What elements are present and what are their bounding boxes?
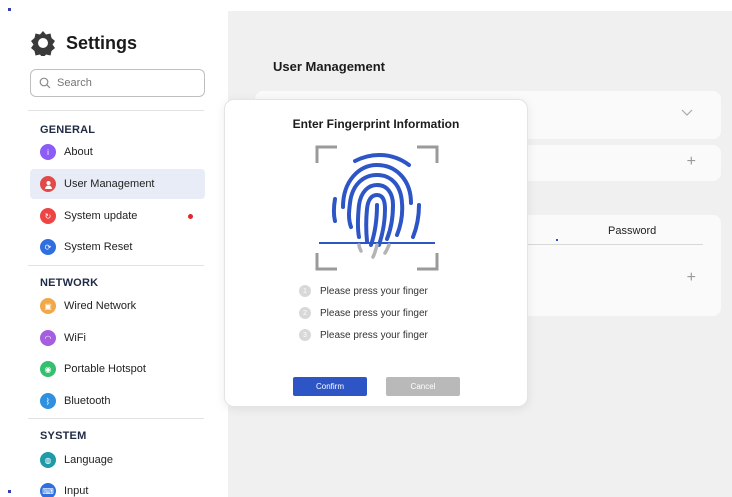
sidebar-item-wired-network[interactable]: ▣ Wired Network xyxy=(30,291,205,321)
sidebar-item-portable-hotspot[interactable]: ◉ Portable Hotspot xyxy=(30,354,205,384)
fingerprint-dialog: Enter Fingerprint Information 1 Please p… xyxy=(224,99,528,407)
fingerprint-icon xyxy=(315,145,439,271)
sidebar-item-language[interactable]: ◍ Language xyxy=(30,445,205,475)
section-title-system: SYSTEM xyxy=(40,430,87,442)
step-number: 3 xyxy=(299,329,311,341)
update-icon: ↻ xyxy=(40,208,56,224)
dialog-title: Enter Fingerprint Information xyxy=(292,117,460,131)
page-title: Settings xyxy=(66,32,138,53)
user-icon xyxy=(40,176,56,192)
sidebar-header: Settings xyxy=(30,30,137,56)
divider xyxy=(28,418,204,419)
step-1: 1 Please press your finger xyxy=(299,285,428,297)
step-number: 2 xyxy=(299,307,311,319)
plus-icon[interactable]: + xyxy=(687,153,696,171)
section-title-network: NETWORK xyxy=(40,277,99,289)
sidebar-item-bluetooth[interactable]: ᛒ Bluetooth xyxy=(30,386,205,416)
sidebar-item-label: Language xyxy=(64,454,113,466)
search-box[interactable] xyxy=(30,69,205,97)
sidebar-item-label: Input xyxy=(64,485,89,497)
sidebar-item-label: WiFi xyxy=(64,332,86,344)
section-title-general: GENERAL xyxy=(40,124,96,136)
sidebar-item-label: User Management xyxy=(64,178,155,190)
step-text: Please press your finger xyxy=(320,285,428,297)
section-heading: User Management xyxy=(273,59,385,74)
step-2: 2 Please press your finger xyxy=(299,307,428,319)
keyboard-icon: ⌨ xyxy=(40,483,56,497)
step-number: 1 xyxy=(299,285,311,297)
corner-marker-bottom xyxy=(8,490,11,493)
sidebar-item-system-update[interactable]: ↻ System update xyxy=(30,201,205,231)
update-badge xyxy=(188,214,193,219)
gear-icon xyxy=(31,31,55,56)
tab-password[interactable]: Password xyxy=(608,225,656,237)
divider xyxy=(28,265,204,266)
chevron-down-icon[interactable] xyxy=(681,109,693,117)
sidebar-item-label: About xyxy=(64,146,93,158)
search-input[interactable] xyxy=(57,77,197,89)
hotspot-icon: ◉ xyxy=(40,361,56,377)
search-icon xyxy=(39,77,51,89)
divider xyxy=(28,110,204,111)
step-text: Please press your finger xyxy=(320,329,428,341)
sidebar-item-user-management[interactable]: User Management xyxy=(30,169,205,199)
sidebar-item-label: Wired Network xyxy=(64,300,137,312)
sidebar-item-label: Portable Hotspot xyxy=(64,363,146,375)
sidebar-item-input[interactable]: ⌨ Input xyxy=(30,476,205,497)
sidebar-item-system-reset[interactable]: ⟳ System Reset xyxy=(30,232,205,262)
confirm-button[interactable]: Confirm xyxy=(293,377,367,396)
bluetooth-icon: ᛒ xyxy=(40,393,56,409)
info-icon: i xyxy=(40,144,56,160)
corner-marker xyxy=(8,8,11,11)
sidebar-item-label: System update xyxy=(64,210,138,222)
reset-icon: ⟳ xyxy=(40,239,56,255)
step-3: 3 Please press your finger xyxy=(299,329,428,341)
divider xyxy=(527,244,703,245)
sidebar-item-label: System Reset xyxy=(64,241,133,253)
wifi-icon: ◠ xyxy=(40,330,56,346)
cancel-button[interactable]: Cancel xyxy=(386,377,460,396)
step-text: Please press your finger xyxy=(320,307,428,319)
settings-sidebar: Settings GENERAL i About User Management… xyxy=(14,14,228,497)
ethernet-icon: ▣ xyxy=(40,298,56,314)
sidebar-item-label: Bluetooth xyxy=(64,395,111,407)
tab-indicator xyxy=(556,239,558,241)
sidebar-item-wifi[interactable]: ◠ WiFi xyxy=(30,323,205,353)
language-icon: ◍ xyxy=(40,452,56,468)
plus-icon[interactable]: + xyxy=(687,269,696,287)
sidebar-item-about[interactable]: i About xyxy=(30,137,205,167)
